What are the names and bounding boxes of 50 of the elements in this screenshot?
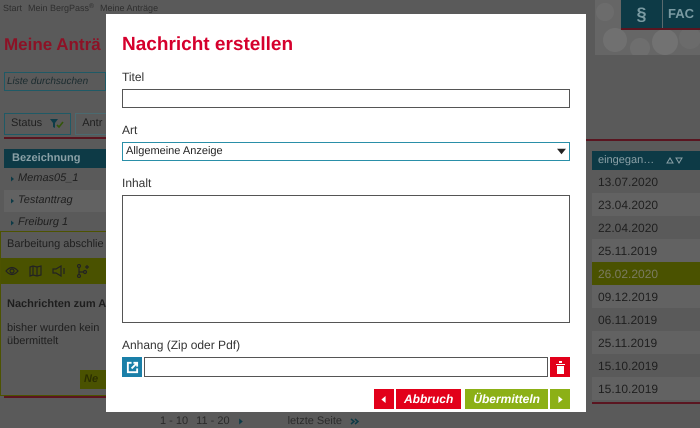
table-cell: 09.12.2019	[592, 285, 700, 308]
table-row[interactable]: Freiburg 1	[4, 212, 106, 234]
table-row[interactable]: Testanttrag	[4, 190, 106, 212]
table-cell-text: 06.11.2019	[597, 312, 658, 328]
field-label: Inhalt	[122, 176, 152, 190]
header-link[interactable]: §	[621, 0, 663, 28]
back-button[interactable]	[374, 389, 394, 409]
type-select[interactable]: Allgemeine Anzeige	[122, 142, 570, 161]
right-arrow-icon	[556, 394, 564, 404]
next-icon	[238, 418, 244, 425]
expand-icon	[10, 176, 15, 182]
sort-icon[interactable]	[666, 157, 684, 164]
expand-icon	[10, 198, 15, 204]
content-textarea[interactable]	[122, 195, 570, 323]
column-header[interactable]: Bezeichnung	[4, 148, 106, 168]
table-cell: 25.11.2019	[592, 331, 700, 354]
field-label: Titel	[122, 70, 146, 84]
table-row[interactable]: Memas05_1	[4, 168, 106, 190]
title-input[interactable]	[122, 89, 570, 108]
header-link[interactable]: FAC	[663, 0, 700, 28]
search-field[interactable]: Liste durchsuchen	[4, 72, 106, 90]
table-cell: 15.10.2019	[592, 377, 700, 400]
submit-button[interactable]: Übermitteln	[465, 389, 548, 409]
field-label: Art	[122, 123, 138, 137]
page-title: Meine Anträ	[3, 34, 102, 56]
table-cell: 26.02.2020	[592, 262, 700, 285]
search-placeholder: Liste durchsuchen	[7, 74, 88, 88]
field-label: Anhang (Zip oder Pdf)	[122, 338, 242, 352]
table-cell-text: 22.04.2020	[597, 220, 660, 236]
upload-icon	[126, 360, 138, 374]
messages-heading: Nachrichten zum A	[6, 296, 106, 312]
cancel-button[interactable]: Abbruch	[396, 389, 462, 409]
delete-button[interactable]	[550, 357, 570, 377]
dialog-title: Nachricht erstellen	[122, 34, 294, 56]
table-cell: 25.11.2019	[592, 239, 700, 262]
expand-icon	[10, 220, 15, 226]
double-chevron-icon	[350, 418, 359, 425]
table-cell-text: 13.07.2020	[597, 174, 660, 190]
file-input[interactable]	[144, 357, 548, 377]
finish-processing-text: Barbeitung abschlie	[6, 237, 105, 252]
upload-button[interactable]	[122, 357, 142, 377]
table-cell: 23.04.2020	[592, 193, 700, 216]
trash-icon	[554, 360, 566, 374]
filter-dropdown[interactable]: Status	[4, 112, 72, 134]
filter-icon	[50, 118, 64, 128]
caret-icon	[557, 147, 566, 156]
forward-button[interactable]	[550, 389, 570, 409]
table-cell-text: 15.10.2019	[597, 358, 660, 374]
left-arrow-icon	[380, 394, 388, 404]
messages-text: bisher wurden kein übermittelt	[6, 322, 100, 348]
